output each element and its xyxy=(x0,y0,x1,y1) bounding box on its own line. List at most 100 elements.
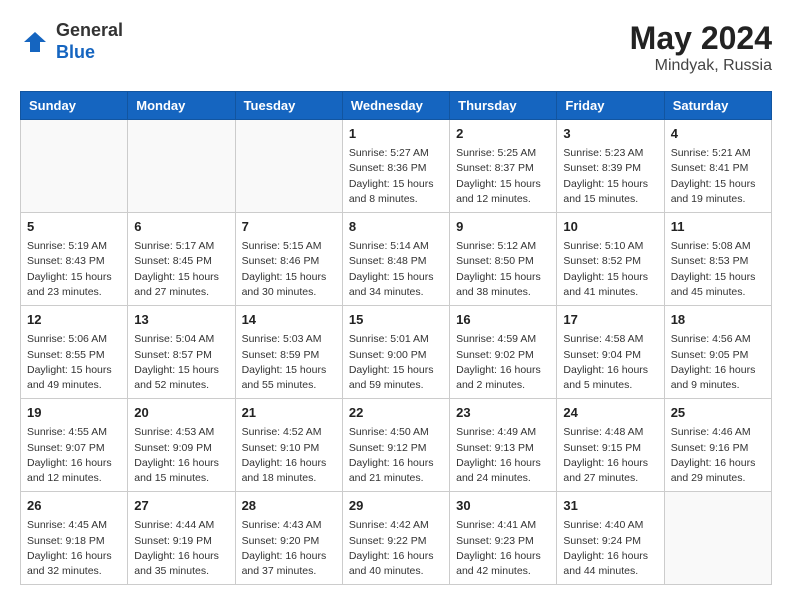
day-number: 11 xyxy=(671,218,765,236)
day-info: Sunrise: 4:48 AMSunset: 9:15 PMDaylight:… xyxy=(563,425,657,486)
calendar-cell: 24 Sunrise: 4:48 AMSunset: 9:15 PMDayligh… xyxy=(557,399,664,492)
day-info: Sunrise: 4:40 AMSunset: 9:24 PMDaylight:… xyxy=(563,518,657,579)
weekday-header-friday: Friday xyxy=(557,92,664,120)
month-year-title: May 2024 xyxy=(630,20,772,57)
day-info: Sunrise: 5:27 AMSunset: 8:36 PMDaylight:… xyxy=(349,146,443,207)
day-info: Sunrise: 5:10 AMSunset: 8:52 PMDaylight:… xyxy=(563,239,657,300)
logo-blue: Blue xyxy=(56,42,95,62)
calendar-cell xyxy=(128,120,235,213)
day-info: Sunrise: 5:12 AMSunset: 8:50 PMDaylight:… xyxy=(456,239,550,300)
page-header: General Blue May 2024 Mindyak, Russia xyxy=(20,20,772,75)
day-info: Sunrise: 5:15 AMSunset: 8:46 PMDaylight:… xyxy=(242,239,336,300)
day-number: 10 xyxy=(563,218,657,236)
calendar-cell xyxy=(235,120,342,213)
day-info: Sunrise: 5:17 AMSunset: 8:45 PMDaylight:… xyxy=(134,239,228,300)
day-number: 31 xyxy=(563,497,657,515)
weekday-header-wednesday: Wednesday xyxy=(342,92,449,120)
calendar-cell: 11Sunrise: 5:08 AMSunset: 8:53 PMDayligh… xyxy=(664,213,771,306)
calendar-cell: 19 Sunrise: 4:55 AMSunset: 9:07 PMDayligh… xyxy=(21,399,128,492)
day-info: Sunrise: 4:58 AMSunset: 9:04 PMDaylight:… xyxy=(563,332,657,393)
calendar-cell: 22Sunrise: 4:50 AMSunset: 9:12 PMDayligh… xyxy=(342,399,449,492)
day-number: 3 xyxy=(563,125,657,143)
calendar-cell: 6Sunrise: 5:17 AMSunset: 8:45 PMDaylight… xyxy=(128,213,235,306)
calendar-cell: 9 Sunrise: 5:12 AMSunset: 8:50 PMDaylight… xyxy=(450,213,557,306)
calendar-cell: 21Sunrise: 4:52 AMSunset: 9:10 PMDayligh… xyxy=(235,399,342,492)
weekday-header-tuesday: Tuesday xyxy=(235,92,342,120)
day-info: Sunrise: 4:41 AMSunset: 9:23 PMDaylight:… xyxy=(456,518,550,579)
day-info: Sunrise: 5:23 AMSunset: 8:39 PMDaylight:… xyxy=(563,146,657,207)
calendar-cell: 18 Sunrise: 4:56 AMSunset: 9:05 PMDayligh… xyxy=(664,306,771,399)
calendar-cell: 26 Sunrise: 4:45 AMSunset: 9:18 PMDayligh… xyxy=(21,492,128,585)
location-title: Mindyak, Russia xyxy=(630,57,772,75)
title-block: May 2024 Mindyak, Russia xyxy=(630,20,772,75)
weekday-header-monday: Monday xyxy=(128,92,235,120)
day-info: Sunrise: 5:25 AMSunset: 8:37 PMDaylight:… xyxy=(456,146,550,207)
day-number: 18 xyxy=(671,311,765,329)
day-number: 14 xyxy=(242,311,336,329)
calendar-cell: 20 Sunrise: 4:53 AMSunset: 9:09 PMDayligh… xyxy=(128,399,235,492)
day-number: 29 xyxy=(349,497,443,515)
day-info: Sunrise: 5:14 AMSunset: 8:48 PMDaylight:… xyxy=(349,239,443,300)
day-info: Sunrise: 4:49 AMSunset: 9:13 PMDaylight:… xyxy=(456,425,550,486)
day-number: 8 xyxy=(349,218,443,236)
calendar-cell: 10 Sunrise: 5:10 AMSunset: 8:52 PMDayligh… xyxy=(557,213,664,306)
logo-text: General Blue xyxy=(56,20,123,63)
calendar-cell: 17Sunrise: 4:58 AMSunset: 9:04 PMDayligh… xyxy=(557,306,664,399)
day-info: Sunrise: 5:03 AMSunset: 8:59 PMDaylight:… xyxy=(242,332,336,393)
calendar-cell xyxy=(21,120,128,213)
day-number: 21 xyxy=(242,404,336,422)
calendar-cell: 27Sunrise: 4:44 AMSunset: 9:19 PMDayligh… xyxy=(128,492,235,585)
calendar-cell: 2 Sunrise: 5:25 AMSunset: 8:37 PMDaylight… xyxy=(450,120,557,213)
week-row-3: 12Sunrise: 5:06 AMSunset: 8:55 PMDayligh… xyxy=(21,306,772,399)
weekday-header-sunday: Sunday xyxy=(21,92,128,120)
day-number: 13 xyxy=(134,311,228,329)
week-row-2: 5 Sunrise: 5:19 AMSunset: 8:43 PMDaylight… xyxy=(21,213,772,306)
logo-general: General xyxy=(56,20,123,40)
calendar-cell: 12Sunrise: 5:06 AMSunset: 8:55 PMDayligh… xyxy=(21,306,128,399)
day-info: Sunrise: 4:59 AMSunset: 9:02 PMDaylight:… xyxy=(456,332,550,393)
day-info: Sunrise: 5:01 AMSunset: 9:00 PMDaylight:… xyxy=(349,332,443,393)
calendar-cell: 1Sunrise: 5:27 AMSunset: 8:36 PMDaylight… xyxy=(342,120,449,213)
day-number: 25 xyxy=(671,404,765,422)
calendar-cell: 4 Sunrise: 5:21 AMSunset: 8:41 PMDaylight… xyxy=(664,120,771,213)
day-number: 15 xyxy=(349,311,443,329)
calendar-table: SundayMondayTuesdayWednesdayThursdayFrid… xyxy=(20,91,772,585)
weekday-header-saturday: Saturday xyxy=(664,92,771,120)
day-number: 19 xyxy=(27,404,121,422)
day-number: 22 xyxy=(349,404,443,422)
day-number: 30 xyxy=(456,497,550,515)
day-info: Sunrise: 4:45 AMSunset: 9:18 PMDaylight:… xyxy=(27,518,121,579)
logo: General Blue xyxy=(20,20,123,63)
calendar-cell: 31 Sunrise: 4:40 AMSunset: 9:24 PMDayligh… xyxy=(557,492,664,585)
day-number: 2 xyxy=(456,125,550,143)
day-info: Sunrise: 4:53 AMSunset: 9:09 PMDaylight:… xyxy=(134,425,228,486)
calendar-cell: 28Sunrise: 4:43 AMSunset: 9:20 PMDayligh… xyxy=(235,492,342,585)
day-info: Sunrise: 5:21 AMSunset: 8:41 PMDaylight:… xyxy=(671,146,765,207)
day-number: 26 xyxy=(27,497,121,515)
calendar-cell: 8 Sunrise: 5:14 AMSunset: 8:48 PMDaylight… xyxy=(342,213,449,306)
calendar-cell xyxy=(664,492,771,585)
weekday-header-thursday: Thursday xyxy=(450,92,557,120)
day-info: Sunrise: 5:19 AMSunset: 8:43 PMDaylight:… xyxy=(27,239,121,300)
day-number: 16 xyxy=(456,311,550,329)
day-info: Sunrise: 4:56 AMSunset: 9:05 PMDaylight:… xyxy=(671,332,765,393)
calendar-cell: 25Sunrise: 4:46 AMSunset: 9:16 PMDayligh… xyxy=(664,399,771,492)
day-info: Sunrise: 4:55 AMSunset: 9:07 PMDaylight:… xyxy=(27,425,121,486)
calendar-cell: 23 Sunrise: 4:49 AMSunset: 9:13 PMDayligh… xyxy=(450,399,557,492)
day-info: Sunrise: 5:06 AMSunset: 8:55 PMDaylight:… xyxy=(27,332,121,393)
day-number: 4 xyxy=(671,125,765,143)
calendar-cell: 5 Sunrise: 5:19 AMSunset: 8:43 PMDaylight… xyxy=(21,213,128,306)
calendar-cell: 3 Sunrise: 5:23 AMSunset: 8:39 PMDaylight… xyxy=(557,120,664,213)
week-row-4: 19 Sunrise: 4:55 AMSunset: 9:07 PMDayligh… xyxy=(21,399,772,492)
day-number: 24 xyxy=(563,404,657,422)
day-number: 23 xyxy=(456,404,550,422)
day-number: 9 xyxy=(456,218,550,236)
day-number: 5 xyxy=(27,218,121,236)
day-number: 20 xyxy=(134,404,228,422)
day-info: Sunrise: 5:04 AMSunset: 8:57 PMDaylight:… xyxy=(134,332,228,393)
calendar-cell: 14 Sunrise: 5:03 AMSunset: 8:59 PMDayligh… xyxy=(235,306,342,399)
calendar-cell: 15 Sunrise: 5:01 AMSunset: 9:00 PMDayligh… xyxy=(342,306,449,399)
logo-icon xyxy=(20,27,50,57)
day-number: 28 xyxy=(242,497,336,515)
week-row-1: 1Sunrise: 5:27 AMSunset: 8:36 PMDaylight… xyxy=(21,120,772,213)
